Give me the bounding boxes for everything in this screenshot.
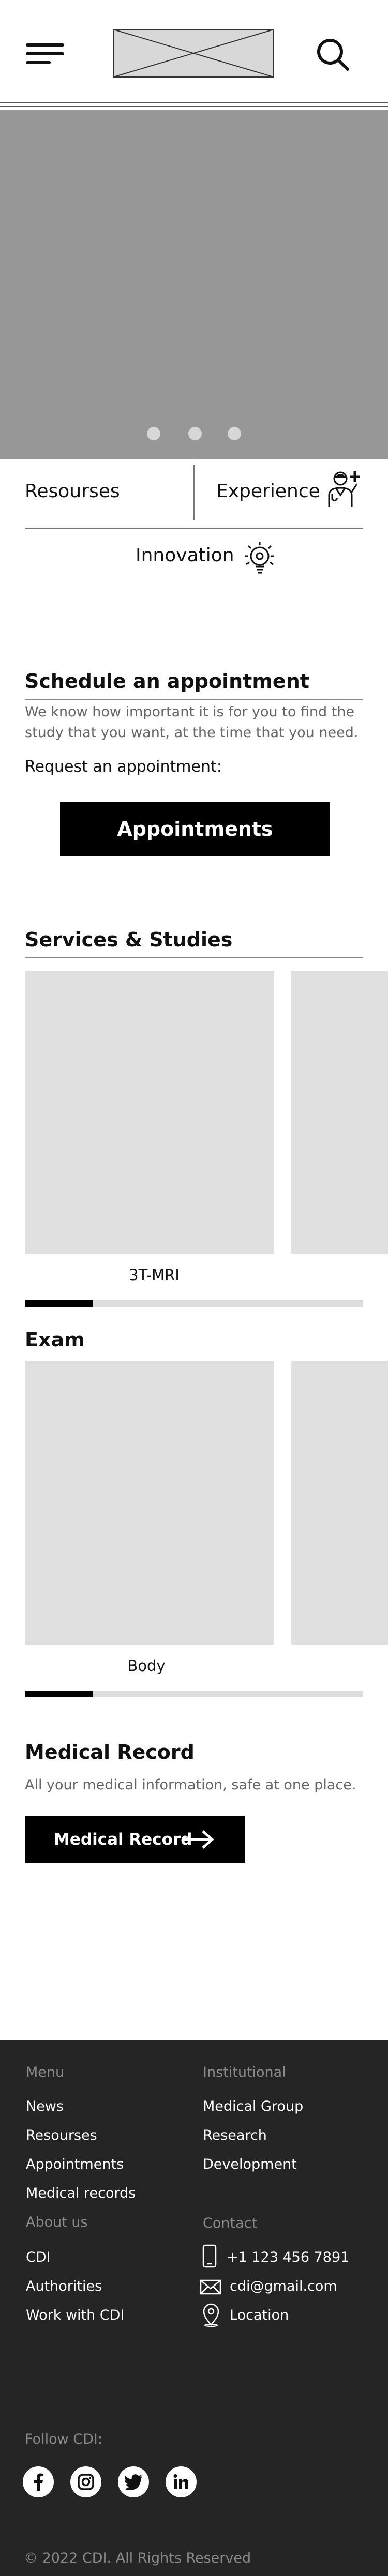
twitter-icon[interactable] [118, 2466, 149, 2497]
service-card[interactable] [25, 971, 274, 1254]
footer-link-development[interactable]: Development [203, 2156, 297, 2172]
footer-link-medical-group[interactable]: Medical Group [203, 2098, 303, 2114]
quick-links-divider [25, 528, 363, 529]
menu-icon[interactable] [26, 43, 64, 64]
exam-card[interactable] [291, 1361, 388, 1645]
footer-link-resources[interactable]: Resourses [26, 2127, 97, 2143]
footer-link-medical-records[interactable]: Medical records [26, 2185, 136, 2201]
header-divider [0, 106, 388, 107]
doctor-icon [325, 468, 362, 511]
exam-card-label: Body [127, 1657, 166, 1675]
footer-link-news[interactable]: News [26, 2098, 64, 2114]
medical-record-button-label: Medical Record [54, 1830, 192, 1849]
medical-record-description: All your medical information, safe at on… [25, 1777, 356, 1793]
footer-link-research[interactable]: Research [203, 2127, 267, 2143]
footer-phone[interactable]: +1 123 456 7891 [227, 2249, 349, 2265]
carousel-dot[interactable] [147, 427, 160, 440]
footer-link-cdi[interactable]: CDI [26, 2249, 51, 2265]
quick-link-innovation[interactable]: Innovation [136, 545, 234, 566]
section-divider [25, 957, 363, 958]
quick-link-resources[interactable]: Resourses [25, 481, 120, 502]
location-pin-icon [202, 2303, 220, 2329]
appointments-button[interactable]: Appointments [60, 802, 330, 856]
exam-progress [25, 1691, 363, 1697]
menu-icon-bar [26, 61, 51, 64]
medical-record-button[interactable]: Medical Record [25, 1816, 245, 1863]
quick-links-divider [193, 465, 195, 520]
medical-record-title: Medical Record [25, 1741, 195, 1764]
lightbulb-icon [241, 541, 278, 579]
instagram-icon[interactable] [70, 2466, 101, 2497]
menu-icon-bar [26, 52, 64, 55]
header-divider [0, 102, 388, 103]
schedule-title: Schedule an appointment [25, 670, 309, 693]
services-progress [25, 1300, 363, 1307]
linkedin-icon[interactable] [166, 2466, 197, 2497]
footer-email[interactable]: cdi@gmail.com [230, 2278, 337, 2294]
exam-card[interactable] [25, 1361, 274, 1645]
footer-follow-heading: Follow CDI: [25, 2431, 102, 2447]
exam-title: Exam [25, 1328, 85, 1351]
mail-icon [200, 2279, 221, 2297]
quick-link-experience[interactable]: Experience [216, 481, 320, 502]
service-card-label: 3T-MRI [129, 1266, 180, 1284]
services-progress-fill [25, 1300, 93, 1307]
footer-contact-heading: Contact [203, 2215, 258, 2231]
footer-copyright: © 2022 CDI. All Rights Reserved [24, 2550, 251, 2566]
menu-icon-bar [26, 43, 64, 47]
carousel-dot[interactable] [188, 427, 202, 440]
search-icon[interactable] [316, 37, 351, 72]
service-card[interactable] [291, 971, 388, 1254]
hero-carousel[interactable] [0, 110, 388, 459]
site-header [0, 0, 388, 107]
services-title: Services & Studies [25, 928, 233, 951]
section-divider [25, 699, 363, 700]
exam-progress-fill [25, 1691, 93, 1697]
carousel-dot[interactable] [228, 427, 241, 440]
footer-location[interactable]: Location [230, 2307, 289, 2323]
footer-institutional-heading: Institutional [203, 2064, 286, 2080]
footer-link-work-with-cdi[interactable]: Work with CDI [26, 2307, 124, 2323]
footer-menu-heading: Menu [26, 2064, 65, 2080]
footer-link-authorities[interactable]: Authorities [26, 2278, 102, 2294]
arrow-right-icon [184, 1830, 214, 1849]
request-appointment-label: Request an appointment: [25, 758, 222, 776]
logo-placeholder[interactable] [113, 29, 274, 78]
footer-about-heading: About us [26, 2214, 88, 2230]
schedule-description: We know how important it is for you to f… [25, 704, 359, 741]
phone-icon [202, 2244, 217, 2270]
facebook-icon[interactable] [23, 2466, 54, 2497]
footer-link-appointments[interactable]: Appointments [26, 2156, 124, 2172]
